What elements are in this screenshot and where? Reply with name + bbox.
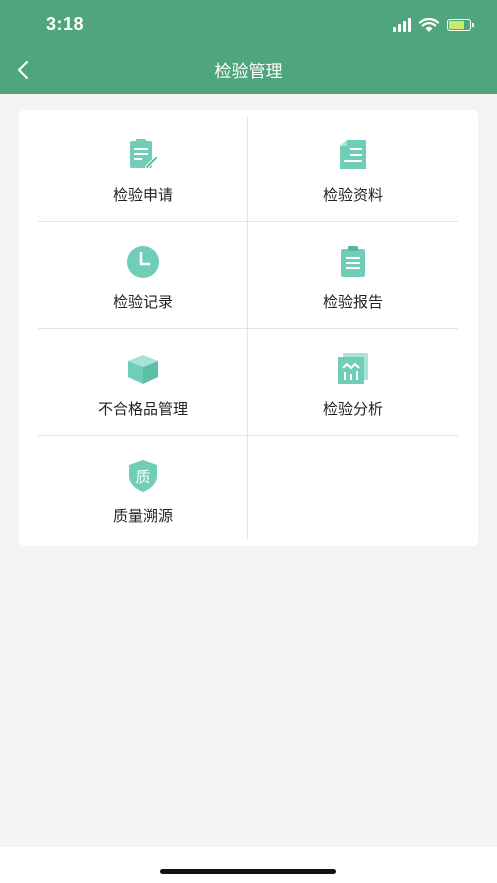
menu-item-label: 检验申请 [112, 186, 173, 204]
menu-item-inspection-records[interactable]: 检验记录 [38, 221, 248, 328]
wifi-icon [419, 17, 439, 32]
menu-item-label: 质量溯源 [112, 507, 173, 525]
menu-item-label: 检验分析 [322, 400, 383, 418]
menu-item-label: 检验报告 [322, 293, 383, 311]
chart-icon [338, 353, 368, 384]
file-list-icon [340, 140, 366, 169]
clock-icon [127, 246, 159, 278]
menu-item-inspection-report[interactable]: 检验报告 [248, 221, 458, 328]
menu-item-inspection-analysis[interactable]: 检验分析 [248, 328, 458, 435]
status-time: 3:18 [46, 14, 85, 34]
menu-item-label: 不合格品管理 [97, 400, 188, 418]
page-title: 检验管理 [214, 62, 283, 82]
menu-item-label: 检验记录 [112, 293, 173, 311]
clipboard-icon [341, 246, 365, 277]
status-indicators [393, 14, 474, 36]
menu-item-label: 检验资料 [322, 186, 383, 204]
home-bar [0, 847, 497, 883]
edit-document-icon [130, 139, 159, 170]
menu-item-quality-tracing[interactable]: 质 质量溯源 [38, 435, 248, 542]
menu-item-nonconforming-products[interactable]: 不合格品管理 [38, 328, 248, 435]
signal-icon [393, 18, 411, 32]
home-indicator[interactable] [160, 869, 336, 874]
battery-icon [447, 19, 474, 31]
menu-item-inspection-application[interactable]: 检验申请 [38, 114, 248, 221]
quality-badge-text: 质 [135, 468, 150, 486]
box-icon [128, 355, 158, 384]
menu-item-inspection-materials[interactable]: 检验资料 [248, 114, 458, 221]
menu-grid: 检验申请 检验资料 检验记录 检验报告 不合格品管理 检验分析 质 质量溯源 [19, 110, 478, 546]
quality-shield-icon: 质 [129, 460, 157, 492]
app-header: 3:18 检验管理 [0, 0, 497, 94]
